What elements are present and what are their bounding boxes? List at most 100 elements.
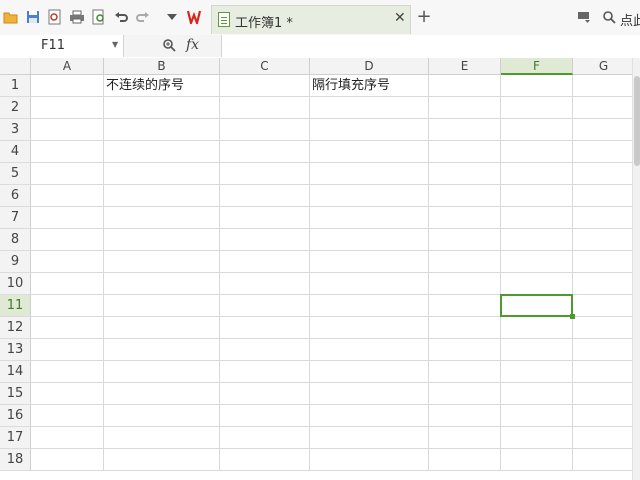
cell-d18[interactable]	[310, 449, 429, 471]
cell-d6[interactable]	[310, 185, 429, 207]
cell-g17[interactable]	[573, 427, 635, 449]
row-header-2[interactable]: 2	[0, 97, 31, 119]
cell-g18[interactable]	[573, 449, 635, 471]
row-header-3[interactable]: 3	[0, 119, 31, 141]
cell-b6[interactable]	[104, 185, 220, 207]
column-header-d[interactable]: D	[310, 58, 429, 75]
row-header-11[interactable]: 11	[0, 295, 31, 317]
cell-e10[interactable]	[429, 273, 501, 295]
cell-g1[interactable]	[573, 75, 635, 97]
cell-g9[interactable]	[573, 251, 635, 273]
cell-b1[interactable]: 不连续的序号	[104, 75, 220, 97]
filter-icon[interactable]	[575, 8, 593, 26]
cell-d9[interactable]	[310, 251, 429, 273]
cell-b9[interactable]	[104, 251, 220, 273]
cell-e4[interactable]	[429, 141, 501, 163]
cell-c18[interactable]	[220, 449, 310, 471]
cell-d8[interactable]	[310, 229, 429, 251]
cell-g15[interactable]	[573, 383, 635, 405]
cell-a4[interactable]	[31, 141, 104, 163]
chevron-down-icon[interactable]: ▼	[112, 40, 118, 49]
row-header-15[interactable]: 15	[0, 383, 31, 405]
cell-f18[interactable]	[501, 449, 573, 471]
cell-a5[interactable]	[31, 163, 104, 185]
cell-g7[interactable]	[573, 207, 635, 229]
cell-d10[interactable]	[310, 273, 429, 295]
cell-f4[interactable]	[501, 141, 573, 163]
column-header-b[interactable]: B	[104, 58, 220, 75]
row-header-18[interactable]: 18	[0, 449, 31, 471]
fill-handle[interactable]	[570, 314, 575, 319]
cell-d1[interactable]: 隔行填充序号	[310, 75, 429, 97]
cell-f12[interactable]	[501, 317, 573, 339]
cell-c1[interactable]	[220, 75, 310, 97]
cell-d2[interactable]	[310, 97, 429, 119]
formula-input[interactable]	[222, 35, 640, 57]
cell-c17[interactable]	[220, 427, 310, 449]
cell-c15[interactable]	[220, 383, 310, 405]
cell-f6[interactable]	[501, 185, 573, 207]
print-icon[interactable]	[68, 8, 86, 26]
cell-g3[interactable]	[573, 119, 635, 141]
cell-d13[interactable]	[310, 339, 429, 361]
column-header-g[interactable]: G	[573, 58, 635, 75]
cell-b4[interactable]	[104, 141, 220, 163]
row-header-9[interactable]: 9	[0, 251, 31, 273]
cell-e1[interactable]	[429, 75, 501, 97]
cell-f2[interactable]	[501, 97, 573, 119]
cell-f16[interactable]	[501, 405, 573, 427]
cell-e3[interactable]	[429, 119, 501, 141]
cell-f11[interactable]	[501, 295, 573, 317]
cell-c13[interactable]	[220, 339, 310, 361]
cell-e2[interactable]	[429, 97, 501, 119]
cell-g13[interactable]	[573, 339, 635, 361]
row-header-12[interactable]: 12	[0, 317, 31, 339]
cell-a18[interactable]	[31, 449, 104, 471]
row-header-7[interactable]: 7	[0, 207, 31, 229]
cell-c7[interactable]	[220, 207, 310, 229]
cell-f14[interactable]	[501, 361, 573, 383]
scrollbar-thumb[interactable]	[634, 76, 640, 166]
cell-d5[interactable]	[310, 163, 429, 185]
cell-e15[interactable]	[429, 383, 501, 405]
cell-g4[interactable]	[573, 141, 635, 163]
cell-a8[interactable]	[31, 229, 104, 251]
cell-c3[interactable]	[220, 119, 310, 141]
cell-a2[interactable]	[31, 97, 104, 119]
dropdown-icon[interactable]	[163, 8, 181, 26]
cell-c10[interactable]	[220, 273, 310, 295]
name-box[interactable]: F11 ▼	[0, 35, 124, 57]
cell-g8[interactable]	[573, 229, 635, 251]
wps-logo[interactable]	[187, 8, 205, 26]
cell-d14[interactable]	[310, 361, 429, 383]
cell-f15[interactable]	[501, 383, 573, 405]
cell-f13[interactable]	[501, 339, 573, 361]
cell-e17[interactable]	[429, 427, 501, 449]
cell-a10[interactable]	[31, 273, 104, 295]
column-header-a[interactable]: A	[31, 58, 104, 75]
cell-c4[interactable]	[220, 141, 310, 163]
search-label[interactable]: 点此	[620, 10, 640, 29]
cell-a1[interactable]	[31, 75, 104, 97]
cell-c2[interactable]	[220, 97, 310, 119]
plus-icon[interactable]: +	[415, 8, 433, 26]
cell-d11[interactable]	[310, 295, 429, 317]
cell-g6[interactable]	[573, 185, 635, 207]
cell-b12[interactable]	[104, 317, 220, 339]
cell-e8[interactable]	[429, 229, 501, 251]
cell-e6[interactable]	[429, 185, 501, 207]
cell-a15[interactable]	[31, 383, 104, 405]
select-all-corner[interactable]	[0, 58, 31, 75]
column-header-f[interactable]: F	[501, 58, 573, 75]
cell-a16[interactable]	[31, 405, 104, 427]
cell-g12[interactable]	[573, 317, 635, 339]
cell-a13[interactable]	[31, 339, 104, 361]
cell-g14[interactable]	[573, 361, 635, 383]
save-icon[interactable]	[24, 8, 42, 26]
cell-b17[interactable]	[104, 427, 220, 449]
cell-c6[interactable]	[220, 185, 310, 207]
cell-g10[interactable]	[573, 273, 635, 295]
cell-c12[interactable]	[220, 317, 310, 339]
cell-f3[interactable]	[501, 119, 573, 141]
cell-a3[interactable]	[31, 119, 104, 141]
